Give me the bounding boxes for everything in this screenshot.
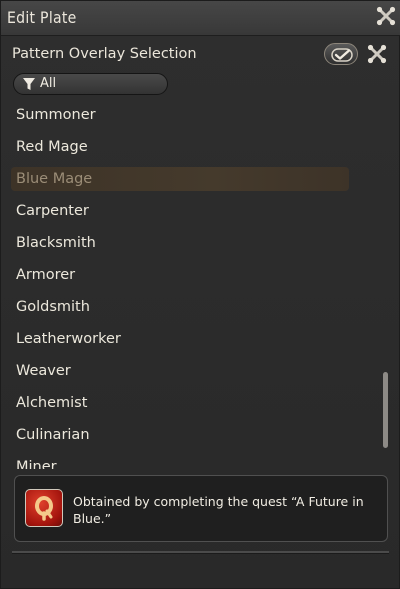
list-item-label: Carpenter (16, 203, 89, 219)
window-title: Edit Plate (7, 8, 77, 27)
list-item[interactable]: Culinarian (11, 423, 349, 447)
close-icon (376, 6, 396, 26)
list-item-selected[interactable]: Blue Mage (11, 167, 349, 191)
acquisition-info-box: Obtained by completing the quest “A Futu… (14, 475, 388, 542)
list-item[interactable]: Blacksmith (11, 231, 349, 255)
close-button[interactable] (375, 5, 397, 27)
list-item[interactable]: Goldsmith (11, 295, 349, 319)
checkmark-icon (331, 48, 353, 62)
list-item-label: Alchemist (16, 395, 88, 411)
list-item-label: Blacksmith (16, 235, 96, 251)
job-list: Summoner Red Mage Blue Mage Carpenter Bl… (1, 99, 400, 469)
list-item[interactable]: Armorer (11, 263, 349, 287)
filter-dropdown[interactable]: All (13, 73, 168, 95)
list-item-label: Weaver (16, 363, 71, 379)
title-bar[interactable]: Edit Plate (1, 1, 400, 36)
quest-icon-frame (25, 489, 63, 527)
list-item-label: Blue Mage (16, 171, 93, 187)
pattern-overlay-title: Pattern Overlay Selection (12, 46, 197, 62)
funnel-icon (23, 78, 35, 90)
list-item[interactable]: Weaver (11, 359, 349, 383)
filter-label: All (40, 76, 57, 91)
list-item[interactable]: Summoner (11, 103, 349, 127)
quest-icon (35, 496, 53, 521)
list-item[interactable]: Alchemist (11, 391, 349, 415)
list-item[interactable]: Red Mage (11, 135, 349, 159)
edit-plate-window: Edit Plate Pattern Overlay Selection All… (0, 0, 400, 589)
acquisition-text: Obtained by completing the quest “A Futu… (73, 494, 364, 526)
list-item-label: Miner (16, 459, 57, 469)
list-item[interactable]: Carpenter (11, 199, 349, 223)
list-item-label: Summoner (16, 107, 96, 123)
list-item-label: Leatherworker (16, 331, 121, 347)
list-item-label: Goldsmith (16, 299, 90, 315)
list-item-label: Armorer (16, 267, 76, 283)
list-item-label: Culinarian (16, 427, 90, 443)
list-item-label: Red Mage (16, 139, 88, 155)
reset-button[interactable] (366, 43, 388, 65)
footer-divider (12, 551, 389, 554)
list-item[interactable]: Leatherworker (11, 327, 349, 351)
close-icon (367, 44, 387, 64)
confirm-button[interactable] (324, 43, 358, 65)
list-item[interactable]: Miner (11, 455, 349, 469)
scrollbar-thumb[interactable] (383, 372, 388, 448)
